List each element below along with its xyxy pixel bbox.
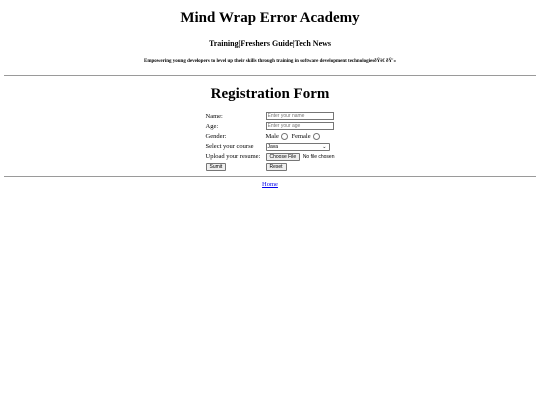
reset-button[interactable]: Reset — [265, 163, 287, 172]
page-footer: Home — [0, 181, 540, 188]
resume-label: Upload your resume: — [205, 153, 261, 161]
name-input[interactable] — [265, 112, 334, 121]
nav-links: Training|Freshers Guide|Tech News — [208, 39, 332, 48]
form-title: Registration Form — [210, 86, 330, 102]
age-label: Age: — [205, 122, 219, 130]
gender-label: Gender: — [205, 132, 227, 140]
footer-divider — [4, 176, 536, 178]
course-row: Select your course Java ⌄ — [205, 142, 336, 152]
gender-female-label: Female — [291, 132, 311, 140]
course-label: Select your course — [205, 143, 254, 151]
page-header: Mind Wrap Error Academy Training|Fresher… — [0, 0, 540, 65]
submit-button[interactable]: Sumit — [205, 163, 227, 172]
gender-male-radio[interactable] — [280, 132, 288, 140]
course-selected-value: Java — [267, 143, 279, 150]
gender-female-radio[interactable] — [312, 132, 320, 140]
age-row: Age: — [205, 121, 336, 131]
age-input[interactable] — [265, 122, 334, 131]
choose-file-button[interactable]: Choose File — [265, 152, 301, 161]
gender-male-label: Male — [265, 132, 279, 140]
resume-row: Upload your resume: Choose File No file … — [205, 152, 336, 162]
name-row: Name: — [205, 111, 336, 121]
site-title: Mind Wrap Error Academy — [180, 10, 360, 26]
registration-form: Name: Age: Gender: Male Female Select yo… — [205, 111, 336, 172]
name-label: Name: — [205, 112, 223, 120]
home-link[interactable]: Home — [262, 181, 278, 188]
course-select[interactable]: Java ⌄ — [265, 142, 330, 151]
chevron-down-icon: ⌄ — [322, 143, 327, 150]
tagline: Empowering young developers to level up … — [144, 59, 396, 64]
file-status: No file chosen — [302, 154, 335, 161]
actions-row: Sumit Reset — [205, 162, 336, 172]
gender-row: Gender: Male Female — [205, 131, 336, 141]
